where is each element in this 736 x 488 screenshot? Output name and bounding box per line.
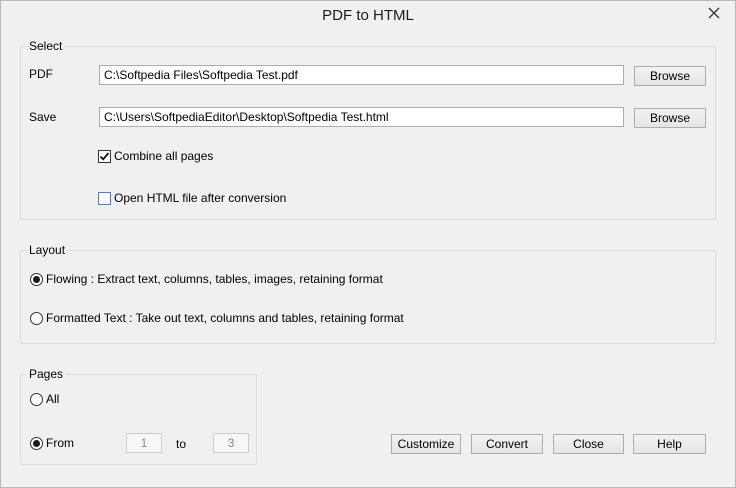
checkmark-icon [99,151,110,161]
pdf-to-html-dialog: PDF to HTML Select PDF Browse Save Brows… [0,0,736,488]
select-group-legend: Select [29,39,63,53]
help-button[interactable]: Help [633,434,706,454]
save-browse-button[interactable]: Browse [634,108,706,128]
flowing-radio-label: Flowing : Extract text, columns, tables,… [46,272,383,286]
save-path-input[interactable] [99,107,624,127]
all-radio-button[interactable] [30,392,43,406]
convert-button[interactable]: Convert [471,434,543,454]
from-page-input[interactable] [126,433,162,453]
formatted-radio-button[interactable] [30,311,43,325]
combine-checkbox-box[interactable] [98,149,111,163]
title-bar[interactable]: PDF to HTML [1,1,735,32]
window-close-button[interactable] [701,3,727,23]
pages-all-radio[interactable]: All [30,392,59,406]
pdf-label: PDF [29,67,53,81]
open-after-conversion-checkbox[interactable]: Open HTML file after conversion [98,191,286,205]
window-title: PDF to HTML [322,7,414,24]
formatted-text-radio[interactable]: Formatted Text : Take out text, columns … [30,311,404,325]
flowing-radio-button[interactable] [30,272,43,286]
layout-group: Layout [20,243,716,344]
pdf-path-input[interactable] [99,65,624,85]
flowing-radio[interactable]: Flowing : Extract text, columns, tables,… [30,272,383,286]
combine-all-pages-checkbox[interactable]: Combine all pages [98,149,213,163]
pages-group-legend: Pages [29,367,64,381]
combine-checkbox-label: Combine all pages [114,149,214,163]
customize-button[interactable]: Customize [391,434,461,454]
from-radio-button[interactable] [30,436,43,450]
pages-from-radio[interactable]: From [30,436,74,450]
formatted-radio-label: Formatted Text : Take out text, columns … [46,311,404,325]
open-checkbox-box[interactable] [98,191,111,205]
layout-group-legend: Layout [29,243,66,257]
close-button[interactable]: Close [553,434,624,454]
save-label: Save [29,110,57,124]
to-label: to [176,437,187,451]
all-radio-label: All [46,392,60,406]
to-page-input[interactable] [213,433,249,453]
pdf-browse-button[interactable]: Browse [634,66,706,86]
open-checkbox-label: Open HTML file after conversion [114,191,287,205]
from-radio-label: From [46,436,74,450]
close-icon [708,7,720,19]
